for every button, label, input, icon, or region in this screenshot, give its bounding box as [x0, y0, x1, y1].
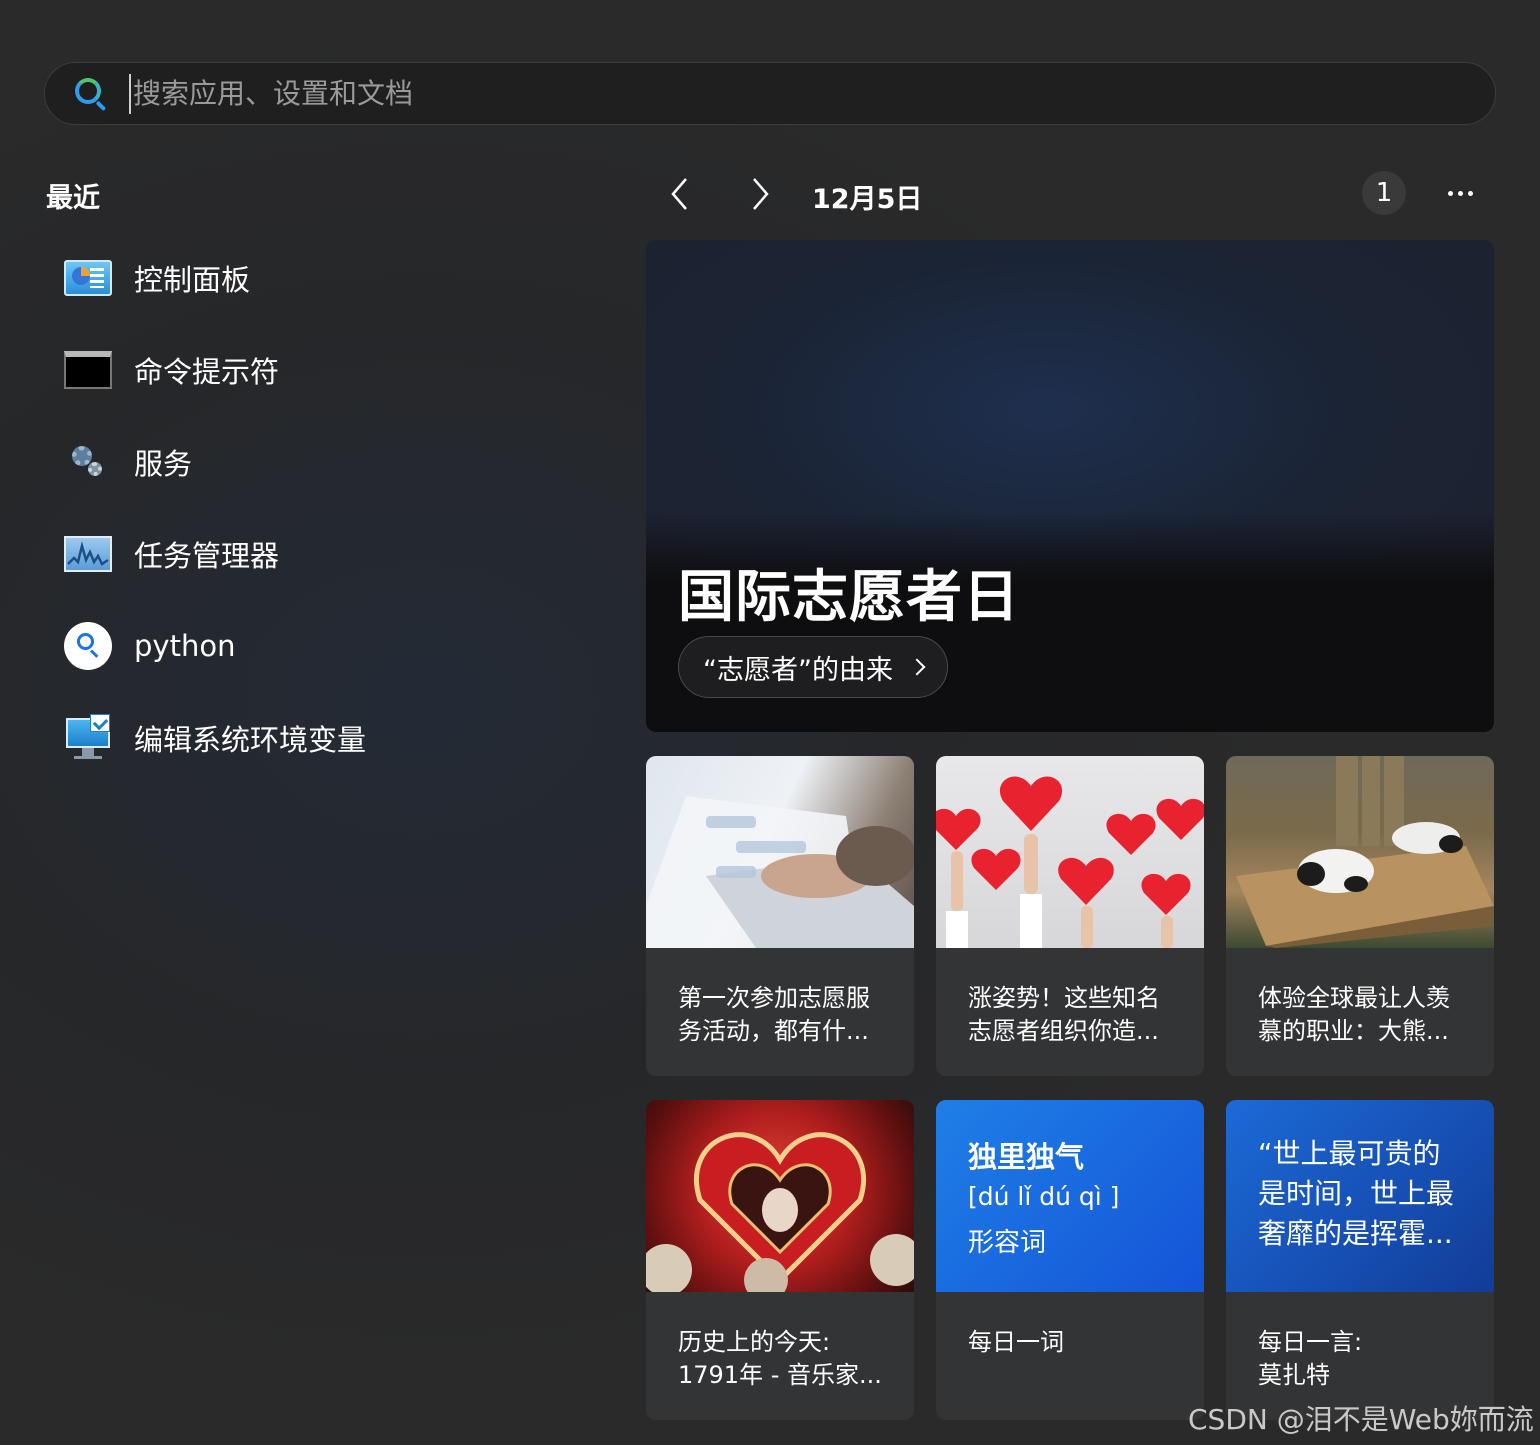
laptop-typing-image [646, 756, 914, 948]
search-icon [62, 620, 114, 672]
card-text: 历史上的今天: 1791年 - 音乐家... [678, 1328, 882, 1389]
recent-item-label: python [134, 629, 236, 663]
date-label: 12月5日 [812, 184, 923, 215]
recent-list: 控制面板 命令提示符 服务 任务管理器 python 编辑系统环境变量 [62, 232, 582, 784]
word-title: 独里独气 [968, 1140, 1085, 1174]
word-panel: 独里独气 [dú lǐ dú qì ] 形容词 [936, 1100, 1204, 1292]
recent-item-services[interactable]: 服务 [62, 416, 582, 508]
mozart-heart-image [646, 1100, 914, 1292]
search-bar[interactable] [44, 62, 1496, 125]
news-card-1[interactable]: 第一次参加志愿服务活动，都有什... [646, 756, 914, 1076]
hero-card[interactable]: 国际志愿者日 “志愿者”的由来 [646, 240, 1494, 732]
hero-link-button[interactable]: “志愿者”的由来 [678, 636, 948, 698]
word-pinyin: [dú lǐ dú qì ] [968, 1182, 1120, 1211]
panda-image [1226, 756, 1494, 948]
watermark: CSDN @泪不是Web妳而流 [1188, 1403, 1534, 1436]
history-card[interactable]: 历史上的今天: 1791年 - 音乐家... [646, 1100, 914, 1420]
news-card-3[interactable]: 体验全球最让人羡慕的职业：大熊... [1226, 756, 1494, 1076]
search-icon [73, 76, 109, 112]
recent-item-env-vars[interactable]: 编辑系统环境变量 [62, 692, 582, 784]
task-manager-icon [62, 528, 114, 580]
card-text: 每日一言: 莫扎特 [1258, 1328, 1363, 1389]
recent-item-label: 编辑系统环境变量 [134, 723, 367, 757]
next-day-button[interactable] [740, 174, 780, 214]
word-of-day-card[interactable]: 独里独气 [dú lǐ dú qì ] 形容词 每日一词 [936, 1100, 1204, 1420]
hearts-image [936, 756, 1204, 948]
recent-item-label: 控制面板 [134, 263, 251, 297]
system-properties-icon [62, 712, 114, 764]
notification-badge[interactable]: 1 [1362, 171, 1406, 215]
recent-item-command-prompt[interactable]: 命令提示符 [62, 324, 582, 416]
hero-title: 国际志愿者日 [678, 565, 1020, 630]
word-part-of-speech: 形容词 [968, 1228, 1047, 1258]
card-text: 涨姿势！这些知名志愿者组织你造... [968, 984, 1160, 1045]
card-text: 每日一词 [968, 1328, 1064, 1356]
quote-text: “世上最可贵的是时间，世上最奢靡的是挥霍... [1258, 1137, 1455, 1250]
hero-link-label: “志愿者”的由来 [703, 654, 893, 686]
recent-item-control-panel[interactable]: 控制面板 [62, 232, 582, 324]
command-prompt-icon [62, 344, 114, 396]
recent-item-label: 任务管理器 [134, 539, 280, 573]
card-text: 体验全球最让人羡慕的职业：大熊... [1258, 984, 1450, 1045]
news-card-2[interactable]: 涨姿势！这些知名志愿者组织你造... [936, 756, 1204, 1076]
search-input[interactable] [129, 73, 1495, 114]
quote-of-day-card[interactable]: “世上最可贵的是时间，世上最奢靡的是挥霍... 每日一言: 莫扎特 [1226, 1100, 1494, 1420]
recent-item-label: 服务 [134, 447, 193, 481]
control-panel-icon [62, 252, 114, 304]
prev-day-button[interactable] [660, 174, 700, 214]
recent-item-task-manager[interactable]: 任务管理器 [62, 508, 582, 600]
chevron-right-icon [753, 178, 769, 210]
quote-panel: “世上最可贵的是时间，世上最奢靡的是挥霍... [1226, 1100, 1494, 1292]
recent-heading: 最近 [46, 183, 100, 214]
services-gear-icon [62, 436, 114, 488]
more-options-button[interactable] [1440, 176, 1480, 210]
more-dots-icon [1447, 190, 1453, 196]
recent-item-label: 命令提示符 [134, 355, 280, 389]
chevron-left-icon [671, 178, 687, 210]
recent-item-python[interactable]: python [62, 600, 582, 692]
chevron-right-icon [908, 658, 926, 676]
card-text: 第一次参加志愿服务活动，都有什... [678, 984, 870, 1045]
